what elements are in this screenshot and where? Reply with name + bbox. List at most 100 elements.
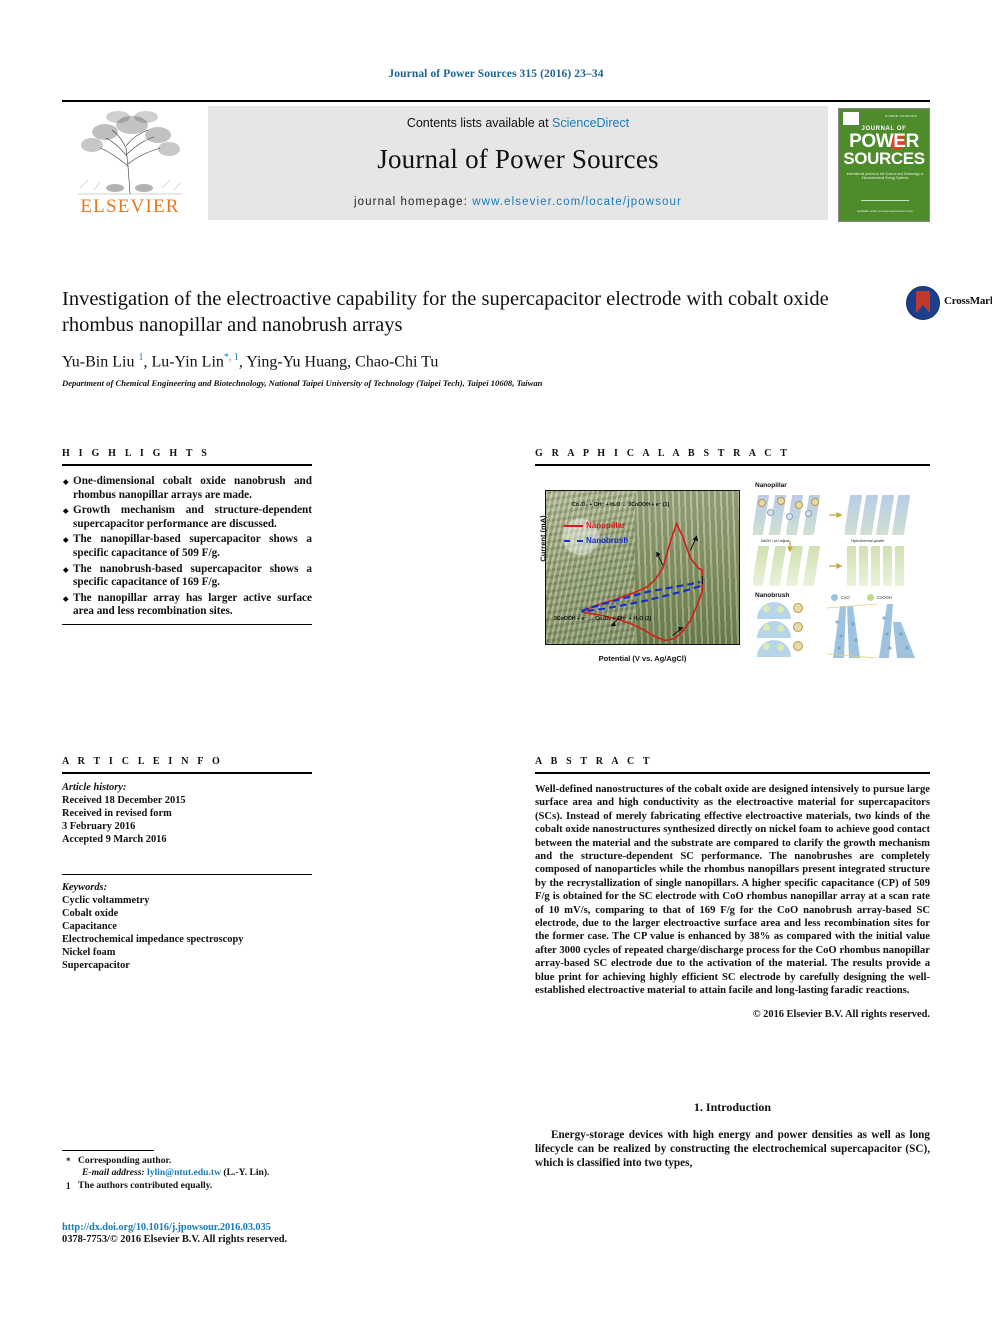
list-item: Nickel foam [62,947,116,958]
email-note: E-mail address: lylin@ntut.edu.tw (L.-Y.… [62,1167,352,1179]
corresponding-author-text: Corresponding author. [78,1155,172,1166]
keywords-divider-rule [62,874,312,875]
author-list: Yu-Bin Liu 1, Lu-Yin Lin*, 1, Ying-Yu Hu… [62,352,439,371]
contents-prefix: Contents lists available at [406,116,553,130]
article-history-item: Received in revised form [62,808,172,819]
article-history-label: Article history: [62,782,127,793]
legend-label-nanobrush: Nanobrush [586,536,629,545]
list-item: Supercapacitor [62,960,130,971]
abstract-top-rule [535,772,930,774]
homepage-url-link[interactable]: www.elsevier.com/locate/jpowsour [472,196,682,208]
schematic-arrows-icon [786,511,843,570]
list-item: Cobalt oxide [62,908,119,919]
abstract-section: A B S T R A C T Well-defined nanostructu… [535,756,930,1020]
crossmark-icon [906,286,940,320]
page-title: Investigation of the electroactive capab… [62,288,829,336]
highlights-top-rule [62,464,312,466]
schematic-label-nanopillar: Nanopillar [755,482,787,489]
article-history-block: Article history: Received 18 December 20… [62,781,312,846]
article-info-heading: A R T I C L E I N F O [62,756,223,767]
introduction-section: 1. Introduction Energy-storage devices w… [535,1100,930,1171]
contents-available-line: Contents lists available at ScienceDirec… [208,116,828,130]
crossmark-notch [916,305,930,313]
homepage-prefix: journal homepage: [354,196,473,208]
article-history-item: Accepted 9 March 2016 [62,834,167,845]
equal-contribution-mark: 1 [66,1180,71,1191]
list-item: One-dimensional cobalt oxide nanobrush a… [62,475,312,502]
crossmark-badge[interactable]: CrossMark [906,286,992,320]
introduction-body: Energy-storage devices with high energy … [535,1129,930,1170]
graphical-abstract-figure: Co₃O₄ + OH⁻ + H₂O ↔ 3CoOOH + e⁻ (1) 3CoO… [535,476,930,663]
legend-label-nanopillar: Nanopillar [586,521,626,530]
legend-text-cooh: CoOOH [877,595,892,600]
equal-contribution-text: The authors contributed equally. [78,1179,213,1191]
keywords-block: Keywords: Cyclic voltammetry Cobalt oxid… [62,881,312,972]
email-link[interactable]: lylin@ntut.edu.tw [147,1167,221,1178]
issn-copyright-line: 0378-7753/© 2016 Elsevier B.V. All right… [62,1234,288,1245]
keywords-label: Keywords: [62,882,108,893]
x-axis-label: Potential (V vs. Ag/AgCl) [598,654,687,663]
highlights-list: One-dimensional cobalt oxide nanobrush a… [62,475,312,619]
article-history-item: 3 February 2016 [62,821,136,832]
crossmark-label: CrossMark [944,295,992,307]
schematic-label-nanobrush: Nanobrush [755,592,790,599]
sciencedirect-link[interactable]: ScienceDirect [552,116,629,130]
affiliation: Department of Chemical Engineering and B… [62,378,543,389]
abstract-body: Well-defined nanostructures of the cobal… [535,784,930,997]
list-item: The nanopillar-based supercapacitor show… [62,533,312,560]
elsevier-tree-icon [70,108,190,198]
elsevier-wordmark: ELSEVIER [80,196,180,217]
doi-link[interactable]: http://dx.doi.org/10.1016/j.jpowsour.201… [62,1222,392,1233]
corresponding-author-mark: * [66,1156,71,1166]
paper-page: Journal of Power Sources 315 (2016) 23–3… [0,0,992,1323]
list-item: Capacitance [62,921,117,932]
masthead-center: Contents lists available at ScienceDirec… [208,106,828,220]
journal-homepage-line: journal homepage: www.elsevier.com/locat… [208,196,828,208]
graphical-abstract-section: G R A P H I C A L A B S T R A C T Co₃O₄ … [535,448,930,663]
reaction-equation-1: Co₃O₄ + OH⁻ + H₂O ↔ 3CoOOH + e⁻ (1) [572,502,670,508]
abstract-copyright: © 2016 Elsevier B.V. All rights reserved… [752,1008,930,1020]
legend-text-coo: CoO [841,595,850,600]
article-info-section: A R T I C L E I N F O Article history: R… [62,756,312,972]
article-info-top-rule [62,772,312,774]
y-axis-label: Current (mA) [538,515,548,562]
footnote-rule [62,1150,154,1151]
legend-swatch-nanopillar [564,525,583,527]
graphical-abstract-heading: G R A P H I C A L A B S T R A C T [535,448,791,459]
title-block: Investigation of the electroactive capab… [62,286,852,388]
introduction-heading: 1. Introduction [693,1100,772,1114]
highlights-section: H I G H L I G H T S One-dimensional coba… [62,448,312,625]
cover-blurb: International journal on the Science and… [846,172,924,181]
journal-masthead: ELSEVIER Contents lists available at Sci… [62,100,930,224]
cover-power-word: POWER [849,131,919,152]
list-item: Growth mechanism and structure-dependent… [62,504,312,531]
running-head: Journal of Power Sources 315 (2016) 23–3… [388,68,604,80]
journal-title: Journal of Power Sources [377,144,659,174]
mechanism-schematic: Nanopillar NaOH / pH adjust Hydrothermal… [753,482,925,659]
highlights-bottom-rule [62,623,312,625]
legend-dot-coo-icon [831,594,838,601]
highlights-heading: H I G H L I G H T S [62,448,210,459]
cover-divider [861,200,909,201]
legend-dot-cooh-icon [867,594,874,601]
list-item: The nanopillar array has larger active s… [62,592,312,619]
cover-publisher-mark [843,112,859,125]
abstract-heading: A B S T R A C T [535,756,653,767]
footnotes-section: * Corresponding author. E-mail address: … [62,1150,352,1192]
keywords-list: Cyclic voltammetry Cobalt oxide Capacita… [62,894,312,972]
cv-chart: Co₃O₄ + OH⁻ + H₂O ↔ 3CoOOH + e⁻ (1) 3CoO… [545,490,740,645]
elsevier-logo: ELSEVIER [62,106,202,220]
email-label: E-mail address: [82,1167,145,1179]
cover-sources-word: SOURCES [843,149,925,168]
list-item: The nanobrush-based supercapacitor shows… [62,563,312,590]
graphical-abstract-top-rule [535,464,930,466]
email-owner: (L.-Y. Lin). [223,1167,270,1179]
journal-cover-thumbnail: POWER SOURCES JOURNAL OF POWER SOURCES I… [838,108,930,222]
reaction-equation-2: 3CoOOH + e⁻ ↔ Co₃O₄ + OH⁻ + H₂O (2) [554,616,652,622]
cover-footer-text: Available online at www.sciencedirect.co… [856,209,914,213]
article-history-item: Received 18 December 2015 [62,795,186,806]
equal-contribution-note: 1 The authors contributed equally. [62,1180,352,1192]
journal-cover-cell: POWER SOURCES JOURNAL OF POWER SOURCES I… [834,106,930,222]
publication-footer: http://dx.doi.org/10.1016/j.jpowsour.201… [62,1222,392,1245]
cover-top-text: POWER SOURCES [885,114,918,118]
